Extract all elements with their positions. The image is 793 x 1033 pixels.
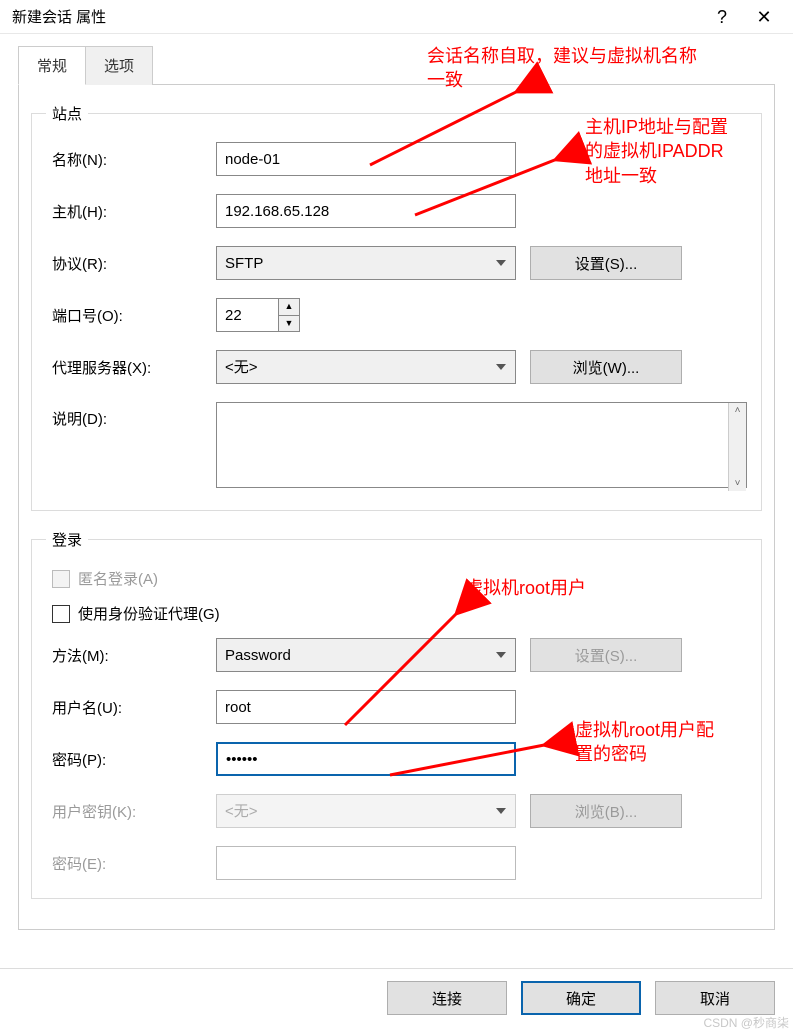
user-input[interactable] xyxy=(216,690,516,724)
spin-up-icon[interactable]: ▲ xyxy=(279,299,299,316)
host-input[interactable] xyxy=(216,194,516,228)
userkey-browse-button: 浏览(B)... xyxy=(530,794,682,828)
port-label: 端口号(O): xyxy=(46,305,216,326)
tab-panel: 站点 名称(N): 主机(H): 协议(R): SFTP xyxy=(18,84,775,930)
desc-textarea[interactable] xyxy=(216,402,747,488)
userkey-label: 用户密钥(K): xyxy=(46,801,216,822)
protocol-select[interactable]: SFTP xyxy=(216,246,516,280)
scroll-down-icon[interactable]: ˅ xyxy=(729,476,746,491)
tab-strip: 常规 选项 xyxy=(18,46,793,85)
auth-agent-label: 使用身份验证代理(G) xyxy=(78,603,220,624)
name-label: 名称(N): xyxy=(46,149,216,170)
anon-login-checkbox xyxy=(52,570,70,588)
method-select[interactable]: Password xyxy=(216,638,516,672)
password-label: 密码(P): xyxy=(46,749,216,770)
textarea-scrollbar[interactable]: ˄ ˅ xyxy=(728,403,746,491)
desc-label: 说明(D): xyxy=(46,402,216,429)
spin-down-icon[interactable]: ▼ xyxy=(279,316,299,332)
ok-button[interactable]: 确定 xyxy=(521,981,641,1015)
login-legend: 登录 xyxy=(46,529,88,550)
login-group: 登录 匿名登录(A) 使用身份验证代理(G) 方法(M): Password 设… xyxy=(31,529,762,899)
protocol-label: 协议(R): xyxy=(46,253,216,274)
close-button[interactable]: ✕ xyxy=(743,0,785,34)
connect-button[interactable]: 连接 xyxy=(387,981,507,1015)
proxy-select[interactable]: <无> xyxy=(216,350,516,384)
protocol-settings-button[interactable]: 设置(S)... xyxy=(530,246,682,280)
password-input[interactable] xyxy=(216,742,516,776)
site-legend: 站点 xyxy=(46,103,88,124)
tab-general[interactable]: 常规 xyxy=(18,46,86,85)
passphrase-input xyxy=(216,846,516,880)
auth-agent-row[interactable]: 使用身份验证代理(G) xyxy=(52,603,747,624)
name-input[interactable] xyxy=(216,142,516,176)
user-label: 用户名(U): xyxy=(46,697,216,718)
userkey-select: <无> xyxy=(216,794,516,828)
dialog-footer: 连接 确定 取消 xyxy=(0,968,793,1015)
cancel-button[interactable]: 取消 xyxy=(655,981,775,1015)
site-group: 站点 名称(N): 主机(H): 协议(R): SFTP xyxy=(31,103,762,511)
auth-agent-checkbox[interactable] xyxy=(52,605,70,623)
port-input[interactable] xyxy=(216,298,278,332)
anon-login-row: 匿名登录(A) xyxy=(52,568,747,589)
host-label: 主机(H): xyxy=(46,201,216,222)
watermark: CSDN @秒商柒 xyxy=(703,1014,789,1031)
proxy-browse-button[interactable]: 浏览(W)... xyxy=(530,350,682,384)
window-title: 新建会话 属性 xyxy=(12,6,701,27)
help-button[interactable]: ? xyxy=(701,0,743,34)
proxy-label: 代理服务器(X): xyxy=(46,357,216,378)
method-label: 方法(M): xyxy=(46,645,216,666)
tab-options[interactable]: 选项 xyxy=(85,46,153,85)
port-spinner[interactable]: ▲ ▼ xyxy=(216,298,300,332)
scroll-up-icon[interactable]: ˄ xyxy=(729,403,746,418)
method-settings-button: 设置(S)... xyxy=(530,638,682,672)
titlebar: 新建会话 属性 ? ✕ xyxy=(0,0,793,34)
anon-login-label: 匿名登录(A) xyxy=(78,568,158,589)
passphrase-label: 密码(E): xyxy=(46,853,216,874)
